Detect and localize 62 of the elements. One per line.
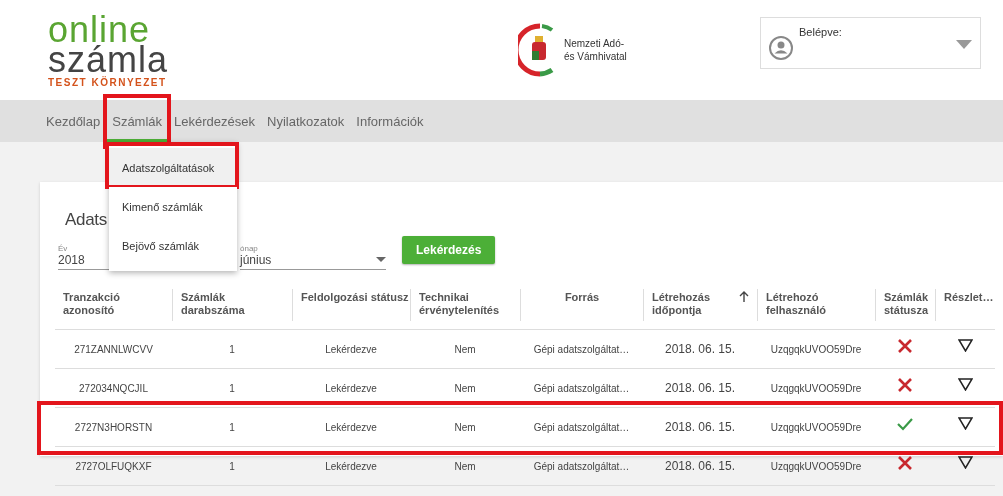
logo-text: online xyxy=(48,15,151,45)
login-box[interactable]: Belépve: xyxy=(760,17,981,69)
table-cell: Nem xyxy=(454,343,476,355)
emblem-icon xyxy=(518,22,556,78)
table-cell: 271ZANNLWCVV xyxy=(74,343,153,355)
column-header[interactable]: Létrehozó felhasználó xyxy=(766,291,846,319)
nav-tab[interactable]: Nyilatkozatok xyxy=(261,100,351,142)
caret-icon xyxy=(376,257,386,263)
column-header[interactable]: Technikai érvénytelenítés xyxy=(419,291,512,319)
column-header[interactable]: Részlet… xyxy=(944,291,994,319)
menu-item[interactable]: Adatszolgáltatások xyxy=(109,148,237,187)
table-cell: UzqgqkUVOO59Dre xyxy=(770,382,862,394)
logo-subtitle: TESZT KÖRNYEZET xyxy=(48,77,168,88)
table-cell: Nem xyxy=(454,460,476,472)
expand-icon[interactable] xyxy=(957,338,973,352)
column-header[interactable]: Forrás xyxy=(564,291,600,319)
caret-icon xyxy=(956,40,972,50)
expand-icon[interactable] xyxy=(957,455,973,469)
table-cell: Nem xyxy=(454,421,476,433)
table-cell: Lekérdezve xyxy=(325,343,377,355)
table-cell: Lekérdezve xyxy=(325,421,377,433)
nav-tab[interactable]: Információk xyxy=(350,100,430,142)
table-cell: Gépi adatszolgáltat… xyxy=(533,382,630,394)
page-title: Adats xyxy=(65,210,108,230)
table-cell: 272034NQCJIL xyxy=(79,382,148,394)
agency-name: és Vámhivatal xyxy=(564,50,627,63)
table-cell: UzqgqkUVOO59Dre xyxy=(770,343,862,355)
nav-tab[interactable]: Kezdőlap xyxy=(40,100,107,142)
menu-item[interactable]: Kimenő számlák xyxy=(109,187,237,226)
column-header[interactable]: Számlák státusza xyxy=(884,291,929,319)
column-header[interactable]: Számlák darabszáma xyxy=(181,291,261,319)
expand-icon[interactable] xyxy=(957,416,973,430)
menu-item[interactable]: Bejövő számlák xyxy=(109,226,237,265)
table-cell: Lekérdezve xyxy=(325,382,377,394)
table-cell: UzqgqkUVOO59Dre xyxy=(770,421,862,433)
table-cell: Gépi adatszolgáltat… xyxy=(533,421,630,433)
table-cell: 2727OLFUQKXF xyxy=(75,460,152,472)
expand-icon[interactable] xyxy=(957,377,973,391)
table-cell: 1 xyxy=(229,382,235,394)
column-header[interactable]: Tranzakció azonosító xyxy=(63,291,143,319)
column-header[interactable]: Létrehozás időpontja xyxy=(652,291,732,319)
table-cell: Nem xyxy=(454,382,476,394)
login-label: Belépve: xyxy=(799,26,843,38)
table-cell: 2018. 06. 15. xyxy=(664,381,736,395)
table-cell: Gépi adatszolgáltat… xyxy=(533,343,630,355)
table-cell: 2018. 06. 15. xyxy=(664,342,736,356)
nav-tab[interactable]: Számlák xyxy=(106,100,169,142)
table-cell: 1 xyxy=(229,343,235,355)
table-cell: 2018. 06. 15. xyxy=(664,459,736,473)
table-cell: Gépi adatszolgáltat… xyxy=(533,460,630,472)
table-cell: 2727N3HORSTN xyxy=(74,421,153,433)
agency-name: Nemzeti Adó- xyxy=(564,37,626,50)
table-cell: 1 xyxy=(229,460,235,472)
nav-tab[interactable]: Lekérdezések xyxy=(168,100,262,142)
column-header[interactable]: Feldolgozási státusz xyxy=(301,291,409,319)
select-field[interactable]: ónap június xyxy=(240,244,386,270)
table-cell: UzqgqkUVOO59Dre xyxy=(770,460,862,472)
table-cell: Lekérdezve xyxy=(325,460,377,472)
table-cell: 2018. 06. 15. xyxy=(664,420,736,434)
user-icon xyxy=(769,36,793,60)
logo-text: számla xyxy=(48,45,170,75)
table-cell: 1 xyxy=(229,421,235,433)
